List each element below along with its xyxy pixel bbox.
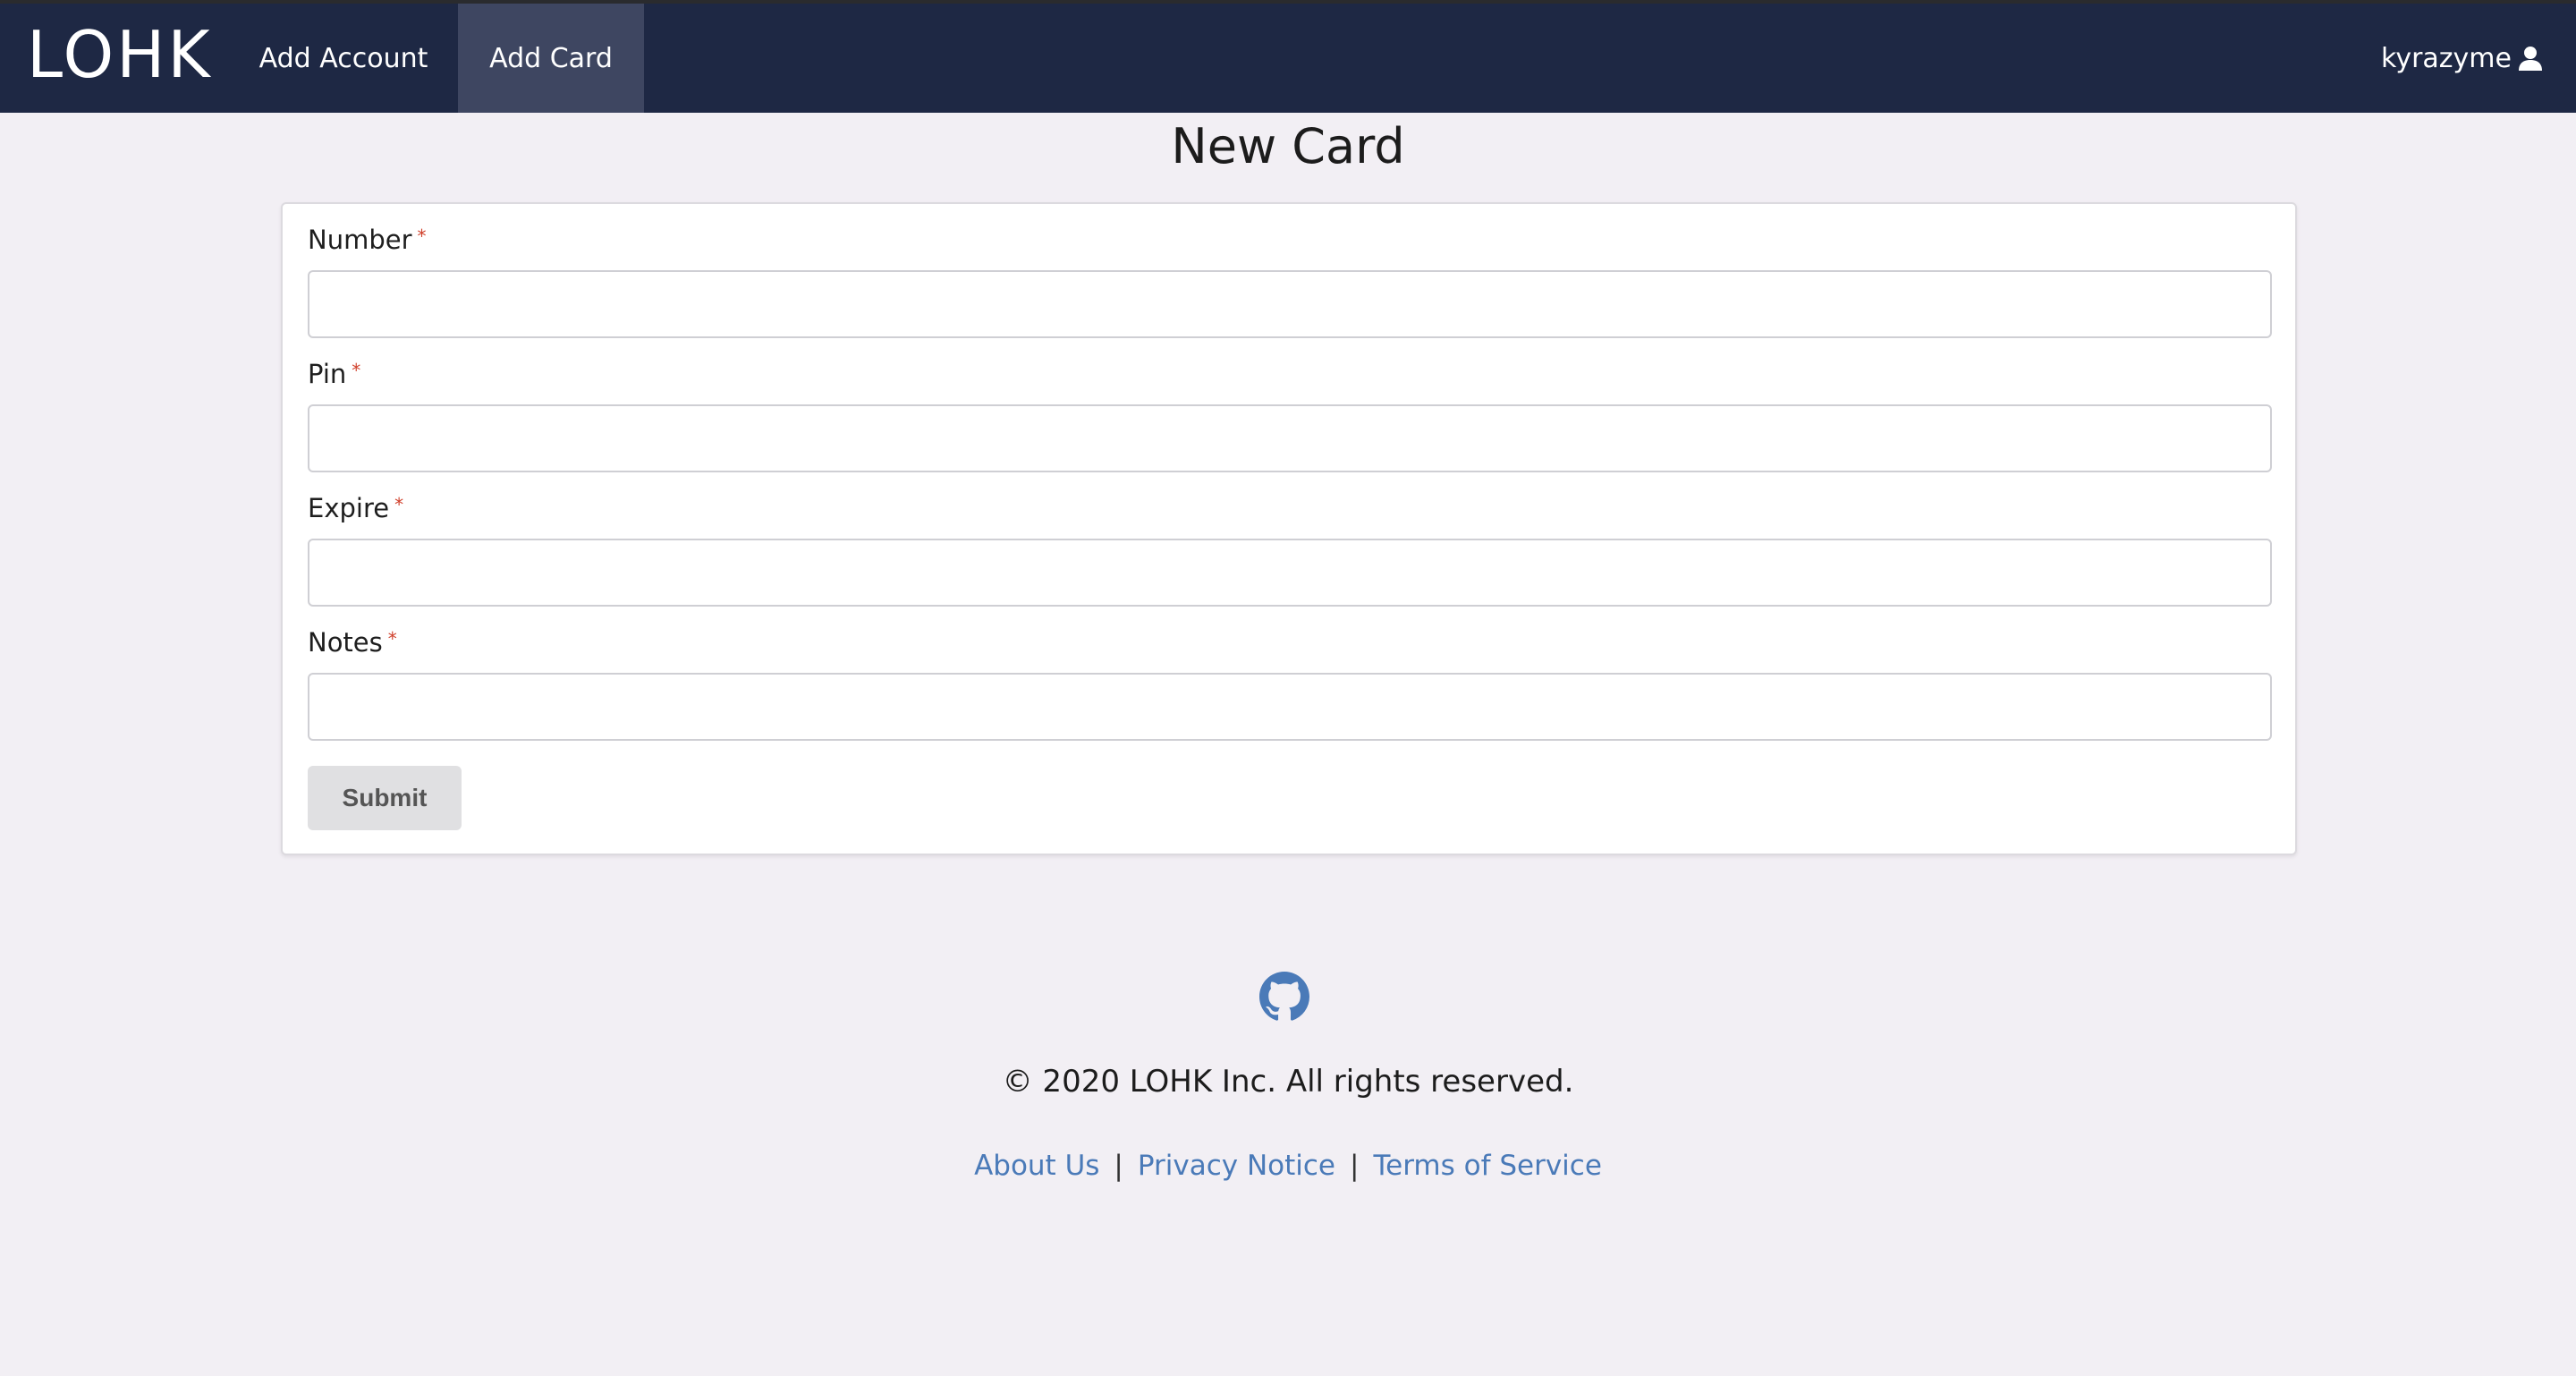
new-card-form: Number * Pin * Expire * Notes * Submit [281, 202, 2297, 855]
expire-input[interactable] [308, 539, 2272, 607]
footer-links: About Us | Privacy Notice | Terms of Service [0, 1147, 2576, 1185]
required-mark: * [394, 494, 404, 515]
notes-input[interactable] [308, 673, 2272, 741]
nav-add-account[interactable]: Add Account [242, 4, 445, 113]
required-mark: * [387, 628, 397, 650]
pin-input[interactable] [308, 404, 2272, 472]
nav-add-card[interactable]: Add Card [458, 4, 644, 113]
user-icon [2517, 45, 2544, 72]
brand-logo[interactable]: LOHK [27, 17, 213, 92]
github-icon[interactable] [1259, 972, 1309, 1022]
about-us-link[interactable]: About Us [974, 1150, 1099, 1182]
copyright-text: © 2020 LOHK Inc. All rights reserved. [1002, 1064, 1574, 1100]
submit-button[interactable]: Submit [308, 766, 462, 830]
required-mark: * [417, 225, 427, 247]
number-input[interactable] [308, 270, 2272, 338]
terms-of-service-link[interactable]: Terms of Service [1373, 1150, 1601, 1182]
privacy-notice-link[interactable]: Privacy Notice [1138, 1150, 1335, 1182]
number-label: Number * [308, 225, 427, 255]
pin-label: Pin * [308, 359, 361, 389]
page-title: New Card [1171, 118, 1405, 174]
notes-label: Notes * [308, 627, 397, 658]
link-separator: | [1114, 1150, 1123, 1182]
required-mark: * [352, 360, 361, 381]
link-separator: | [1350, 1150, 1360, 1182]
navbar: LOHK Add Account Add Card kyrazyme [0, 4, 2576, 113]
username: kyrazyme [2381, 42, 2512, 74]
expire-label: Expire * [308, 493, 404, 523]
user-menu[interactable]: kyrazyme [2381, 4, 2544, 113]
